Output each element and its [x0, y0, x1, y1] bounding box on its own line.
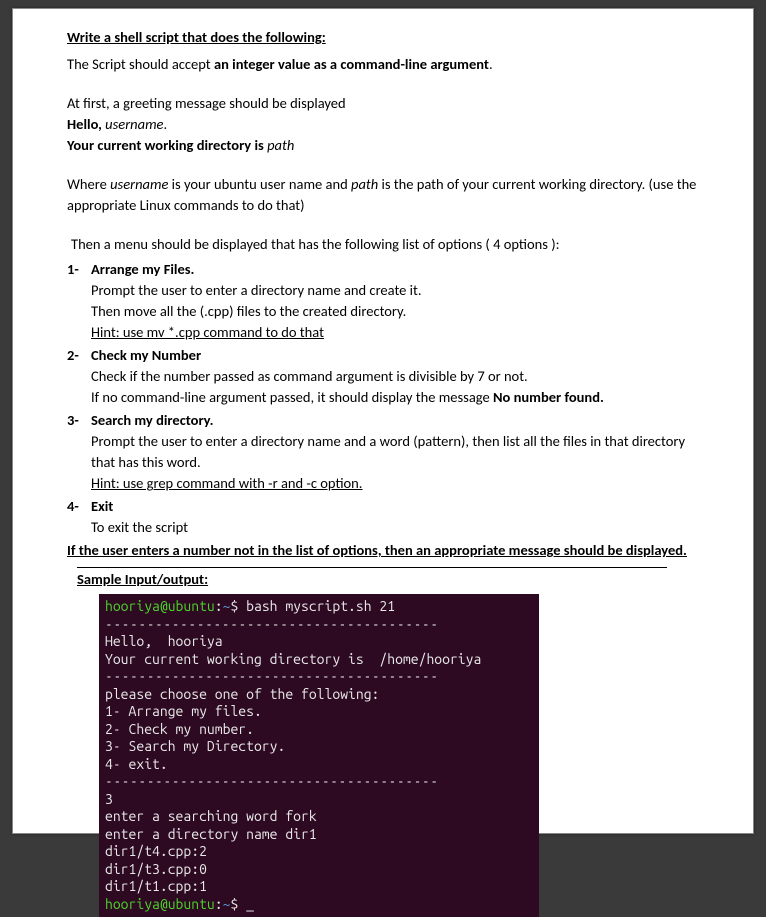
prompt-sep-2: :	[215, 896, 223, 912]
option-2-line-1: Check if the number passed as command ar…	[91, 366, 699, 387]
l3: dir1/t4.cpp:2	[105, 843, 207, 859]
l4: dir1/t3.cpp:0	[105, 861, 207, 877]
where-paragraph: Where username is your ubuntu user name …	[67, 174, 699, 216]
option-2: 2- Check my Number Check if the number p…	[67, 345, 699, 408]
option-3-hint: Hint: use grep command with -r and -c op…	[91, 473, 699, 494]
option-3-number: 3-	[67, 410, 91, 494]
cmd-1: bash myscript.sh 21	[246, 598, 395, 614]
option-4: 4- Exit To exit the script	[67, 496, 699, 538]
opt3-line: 3- Search my Directory.	[105, 738, 285, 754]
option-2-body: Check my Number Check if the number pass…	[91, 345, 699, 408]
hello-bold: Hello,	[67, 115, 105, 133]
intro-paragraph: The Script should accept an integer valu…	[67, 54, 699, 75]
where-user-italic: username	[110, 175, 168, 193]
option-3-line-1: Prompt the user to enter a directory nam…	[91, 431, 699, 473]
sep-3: ----------------------------------------	[105, 773, 439, 789]
greeting-hello: Hello, username.	[67, 114, 699, 135]
option-4-body: Exit To exit the script	[91, 496, 699, 538]
greeting-cwd: Your current working directory is path	[67, 135, 699, 156]
cwd-path: path	[264, 136, 295, 154]
greeting-intro: At first, a greeting message should be d…	[67, 93, 699, 114]
sample-label: Sample Input/output:	[77, 569, 667, 590]
option-1-line-1: Prompt the user to enter a directory nam…	[91, 280, 699, 301]
document-page: Write a shell script that does the follo…	[12, 8, 754, 834]
option-2-bold-text: No number found.	[493, 388, 604, 406]
option-3-body: Search my directory. Prompt the user to …	[91, 410, 699, 494]
page-title: Write a shell script that does the follo…	[67, 27, 699, 48]
hello-username: username	[105, 115, 163, 133]
where-path-italic: path	[351, 175, 378, 193]
intro-prefix: The Script should accept	[67, 55, 214, 73]
opt2-line: 2- Check my number.	[105, 721, 254, 737]
sample-section: Sample Input/output:	[77, 567, 667, 590]
cursor-icon: _	[246, 896, 254, 912]
sep-1: ----------------------------------------	[105, 616, 439, 632]
prompt-path-2: ~	[223, 896, 231, 912]
option-3: 3- Search my directory. Prompt the user …	[67, 410, 699, 494]
input-line: 3	[105, 791, 113, 807]
l1: enter a searching word fork	[105, 808, 317, 824]
sep-2: ----------------------------------------	[105, 668, 439, 684]
option-2-title: Check my Number	[91, 345, 699, 366]
option-2-bold-prefix: If no command-line argument passed, it s…	[91, 388, 493, 406]
prompt-char: $	[230, 598, 246, 614]
cwd-line: Your current working directory is /home/…	[105, 651, 481, 667]
option-2-number: 2-	[67, 345, 91, 408]
option-3-title: Search my directory.	[91, 410, 699, 431]
option-1-body: Arrange my Files. Prompt the user to ent…	[91, 259, 699, 343]
l5: dir1/t1.cpp:1	[105, 878, 207, 894]
option-1-line-2: Then move all the (.cpp) files to the cr…	[91, 301, 699, 322]
hello-line: Hello, hooriya	[105, 633, 223, 649]
option-4-number: 4-	[67, 496, 91, 538]
option-4-line-1: To exit the script	[91, 517, 699, 538]
where-mid: is your ubuntu user name and	[168, 175, 351, 193]
terminal-output: hooriya@ubuntu:~$ bash myscript.sh 21 --…	[99, 594, 539, 917]
where-prefix: Where	[67, 175, 110, 193]
prompt-user-2: hooriya@ubuntu	[105, 896, 215, 912]
options-list: 1- Arrange my Files. Prompt the user to …	[67, 259, 699, 538]
option-1: 1- Arrange my Files. Prompt the user to …	[67, 259, 699, 343]
opt4-line: 4- exit.	[105, 756, 168, 772]
warning-line: If the user enters a number not in the l…	[67, 540, 699, 561]
option-2-line-2: If no command-line argument passed, it s…	[91, 387, 699, 408]
intro-suffix: .	[489, 55, 493, 73]
option-1-hint: Hint: use mv *.cpp command to do that	[91, 322, 699, 343]
hello-suffix: .	[163, 115, 167, 133]
option-1-number: 1-	[67, 259, 91, 343]
cwd-bold: Your current working directory is	[67, 136, 264, 154]
choose-line: please choose one of the following:	[105, 686, 379, 702]
prompt-char-2: $	[230, 896, 246, 912]
option-4-title: Exit	[91, 496, 699, 517]
prompt-sep: :	[215, 598, 223, 614]
l2: enter a directory name dir1	[105, 826, 317, 842]
opt1-line: 1- Arrange my files.	[105, 703, 262, 719]
option-1-title: Arrange my Files.	[91, 259, 699, 280]
prompt-user: hooriya@ubuntu	[105, 598, 215, 614]
menu-intro: Then a menu should be displayed that has…	[71, 234, 699, 255]
intro-bold: an integer value as a command-line argum…	[214, 55, 489, 73]
